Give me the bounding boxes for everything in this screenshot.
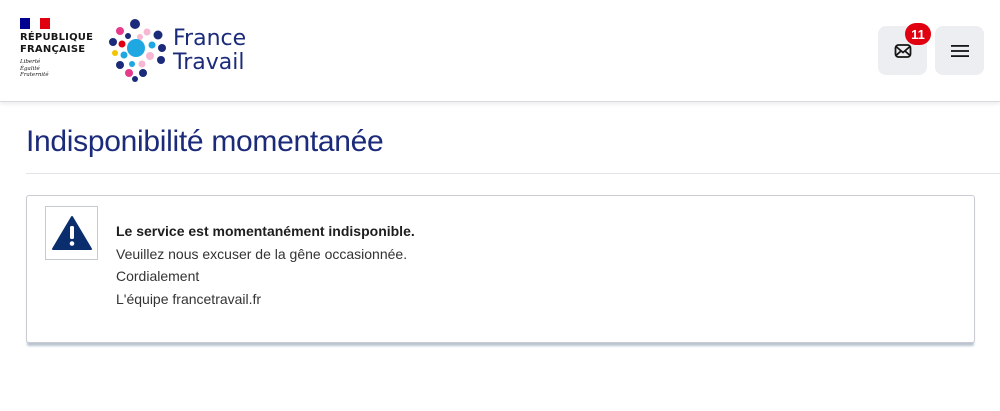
brand-line1: France <box>173 26 247 51</box>
alert-icon-box <box>45 206 98 260</box>
alert-line-regards: Cordialement <box>116 268 200 284</box>
alert-message: Le service est momentanément indisponibl… <box>116 220 415 310</box>
alert-heading: Le service est momentanément indisponibl… <box>116 223 415 239</box>
brand-line2: Travail <box>173 50 245 75</box>
france-travail-wordmark[interactable]: France Travail <box>173 27 246 75</box>
alert-line-apology: Veuillez nous excuser de la gêne occasio… <box>116 245 408 262</box>
messages-count-badge: 11 <box>905 23 931 45</box>
french-flag-icon <box>20 18 50 29</box>
title-divider <box>26 173 1000 174</box>
hamburger-menu-icon <box>950 44 969 57</box>
page-title: Indisponibilité momentanée <box>26 125 384 158</box>
rf-name-line2: FRANÇAISE <box>20 44 86 55</box>
warning-triangle-icon <box>51 216 92 250</box>
alert-line-signature: L'équipe francetravail.fr <box>116 290 262 307</box>
rf-motto: Liberté Égalité Fraternité <box>20 59 100 79</box>
rf-name-line1: RÉPUBLIQUE <box>20 32 94 43</box>
site-header: RÉPUBLIQUE FRANÇAISE Liberté Égalité Fra… <box>0 0 1000 102</box>
menu-button[interactable] <box>935 26 984 75</box>
rf-motto-fraternite: Fraternité <box>20 72 49 78</box>
envelope-icon <box>894 43 911 58</box>
unavailability-alert: Le service est momentanément indisponibl… <box>26 195 975 343</box>
republique-francaise-logo[interactable]: RÉPUBLIQUE FRANÇAISE Liberté Égalité Fra… <box>20 18 100 79</box>
france-travail-logo-icon[interactable] <box>106 18 168 82</box>
